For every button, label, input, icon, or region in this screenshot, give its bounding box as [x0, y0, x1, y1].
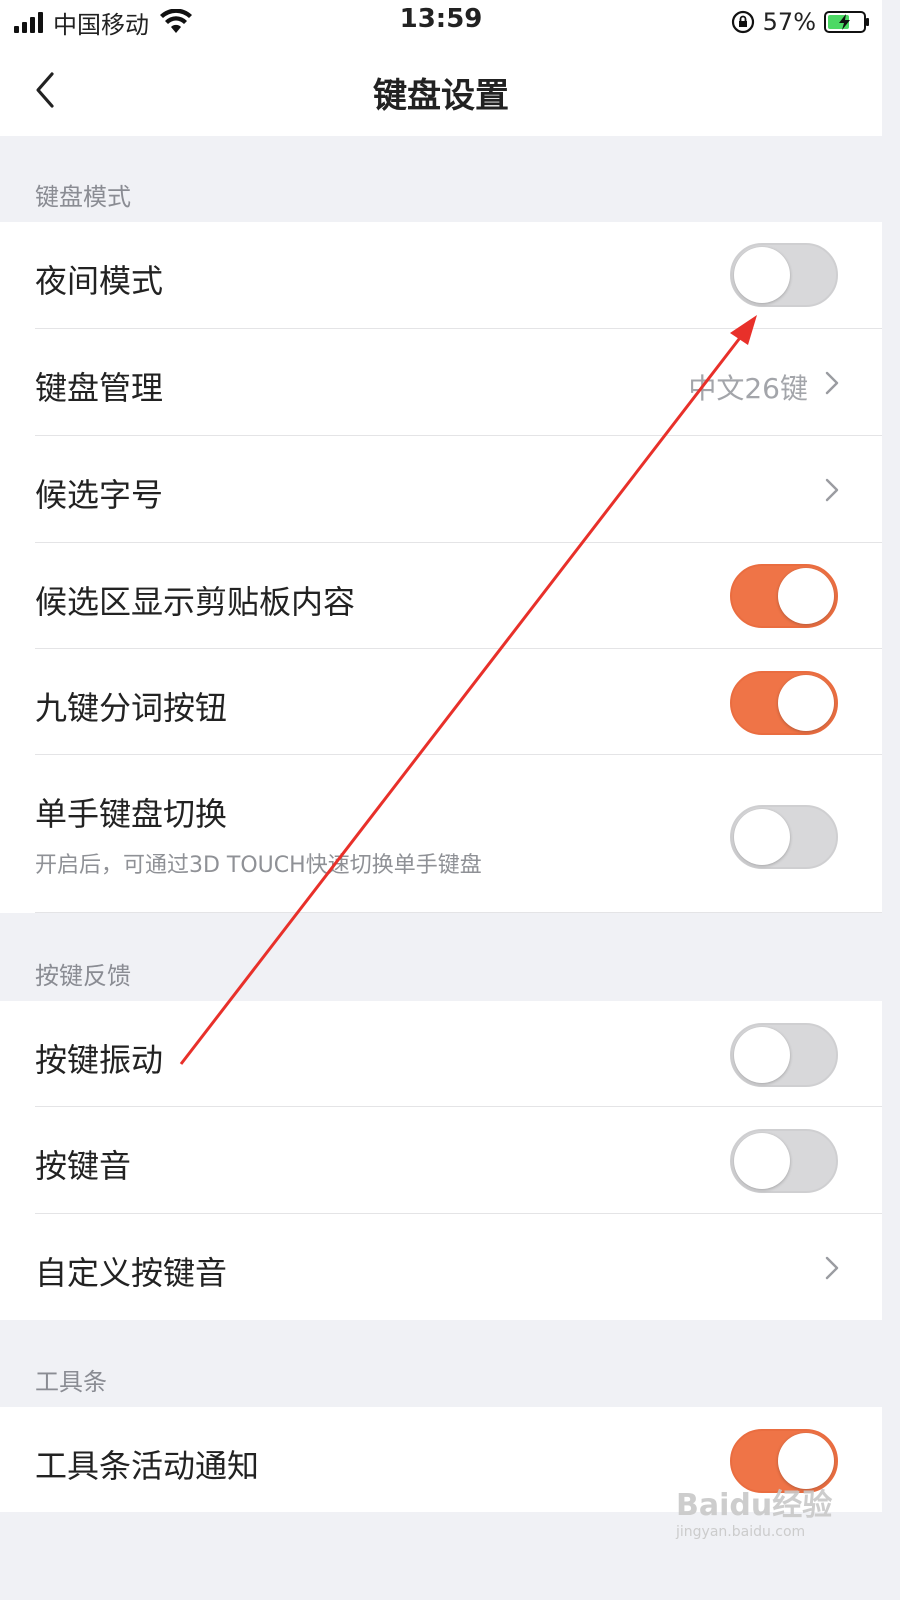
row-label: 夜间模式 — [35, 262, 164, 300]
row-sublabel: 开启后，可通过3D TOUCH快速切换单手键盘 — [35, 853, 482, 878]
section-header-label: 键盘模式 — [35, 183, 131, 211]
row-clipboard-candidates: 候选区显示剪贴板内容 — [0, 543, 882, 649]
night-mode-toggle[interactable] — [730, 243, 838, 307]
one-hand-keyboard-toggle[interactable] — [730, 805, 838, 869]
row-candidate-font-size[interactable]: 候选字号 — [0, 436, 882, 543]
row-keyboard-management[interactable]: 键盘管理 中文26键 — [0, 329, 882, 436]
watermark-logo: Baidu经验 jingyan.baidu.com — [676, 1480, 836, 1556]
section-header-keyboard-mode: 键盘模式 — [0, 136, 882, 222]
nav-bar: 键盘设置 — [0, 44, 882, 136]
keyboard-management-value: 中文26键 — [688, 372, 808, 405]
row-label: 按键音 — [35, 1147, 132, 1185]
page-title: 键盘设置 — [373, 76, 509, 116]
row-label: 按键振动 — [35, 1041, 164, 1079]
row-label: 键盘管理 — [35, 369, 164, 407]
row-key-vibration: 按键振动 — [0, 1001, 882, 1107]
row-label: 候选字号 — [35, 476, 164, 514]
chevron-right-icon — [825, 371, 839, 395]
row-label: 自定义按键音 — [35, 1254, 228, 1292]
clipboard-candidates-toggle[interactable] — [730, 564, 838, 628]
nine-key-segment-toggle[interactable] — [730, 671, 838, 735]
rotation-lock-icon — [731, 10, 754, 34]
key-vibration-toggle[interactable] — [730, 1023, 838, 1087]
row-key-sound: 按键音 — [0, 1107, 882, 1214]
status-right: 57% — [731, 6, 870, 38]
row-night-mode: 夜间模式 — [0, 222, 882, 329]
key-sound-toggle[interactable] — [730, 1129, 838, 1193]
row-one-hand-keyboard: 单手键盘切换 开启后，可通过3D TOUCH快速切换单手键盘 — [0, 755, 882, 913]
section-header-toolbar: 工具条 — [0, 1320, 882, 1407]
row-label: 九键分词按钮 — [35, 689, 228, 727]
row-nine-key-segment: 九键分词按钮 — [0, 649, 882, 755]
chevron-right-icon — [825, 478, 839, 502]
battery-percent: 57% — [762, 8, 816, 36]
row-custom-key-sound[interactable]: 自定义按键音 — [0, 1214, 882, 1320]
watermark-url: jingyan.baidu.com — [676, 1524, 806, 1540]
row-label: 工具条活动通知 — [35, 1447, 260, 1485]
row-label: 单手键盘切换 — [35, 795, 228, 833]
section-header-key-feedback: 按键反馈 — [0, 913, 882, 1001]
row-label: 候选区显示剪贴板内容 — [35, 583, 356, 621]
status-bar: 中国移动 13:59 57% — [0, 0, 882, 44]
chevron-right-icon — [825, 1256, 839, 1280]
watermark-text: Baidu经验 — [676, 1488, 833, 1523]
battery-charging-icon — [824, 11, 869, 33]
section-header-label: 工具条 — [35, 1368, 107, 1396]
section-header-label: 按键反馈 — [35, 962, 131, 990]
